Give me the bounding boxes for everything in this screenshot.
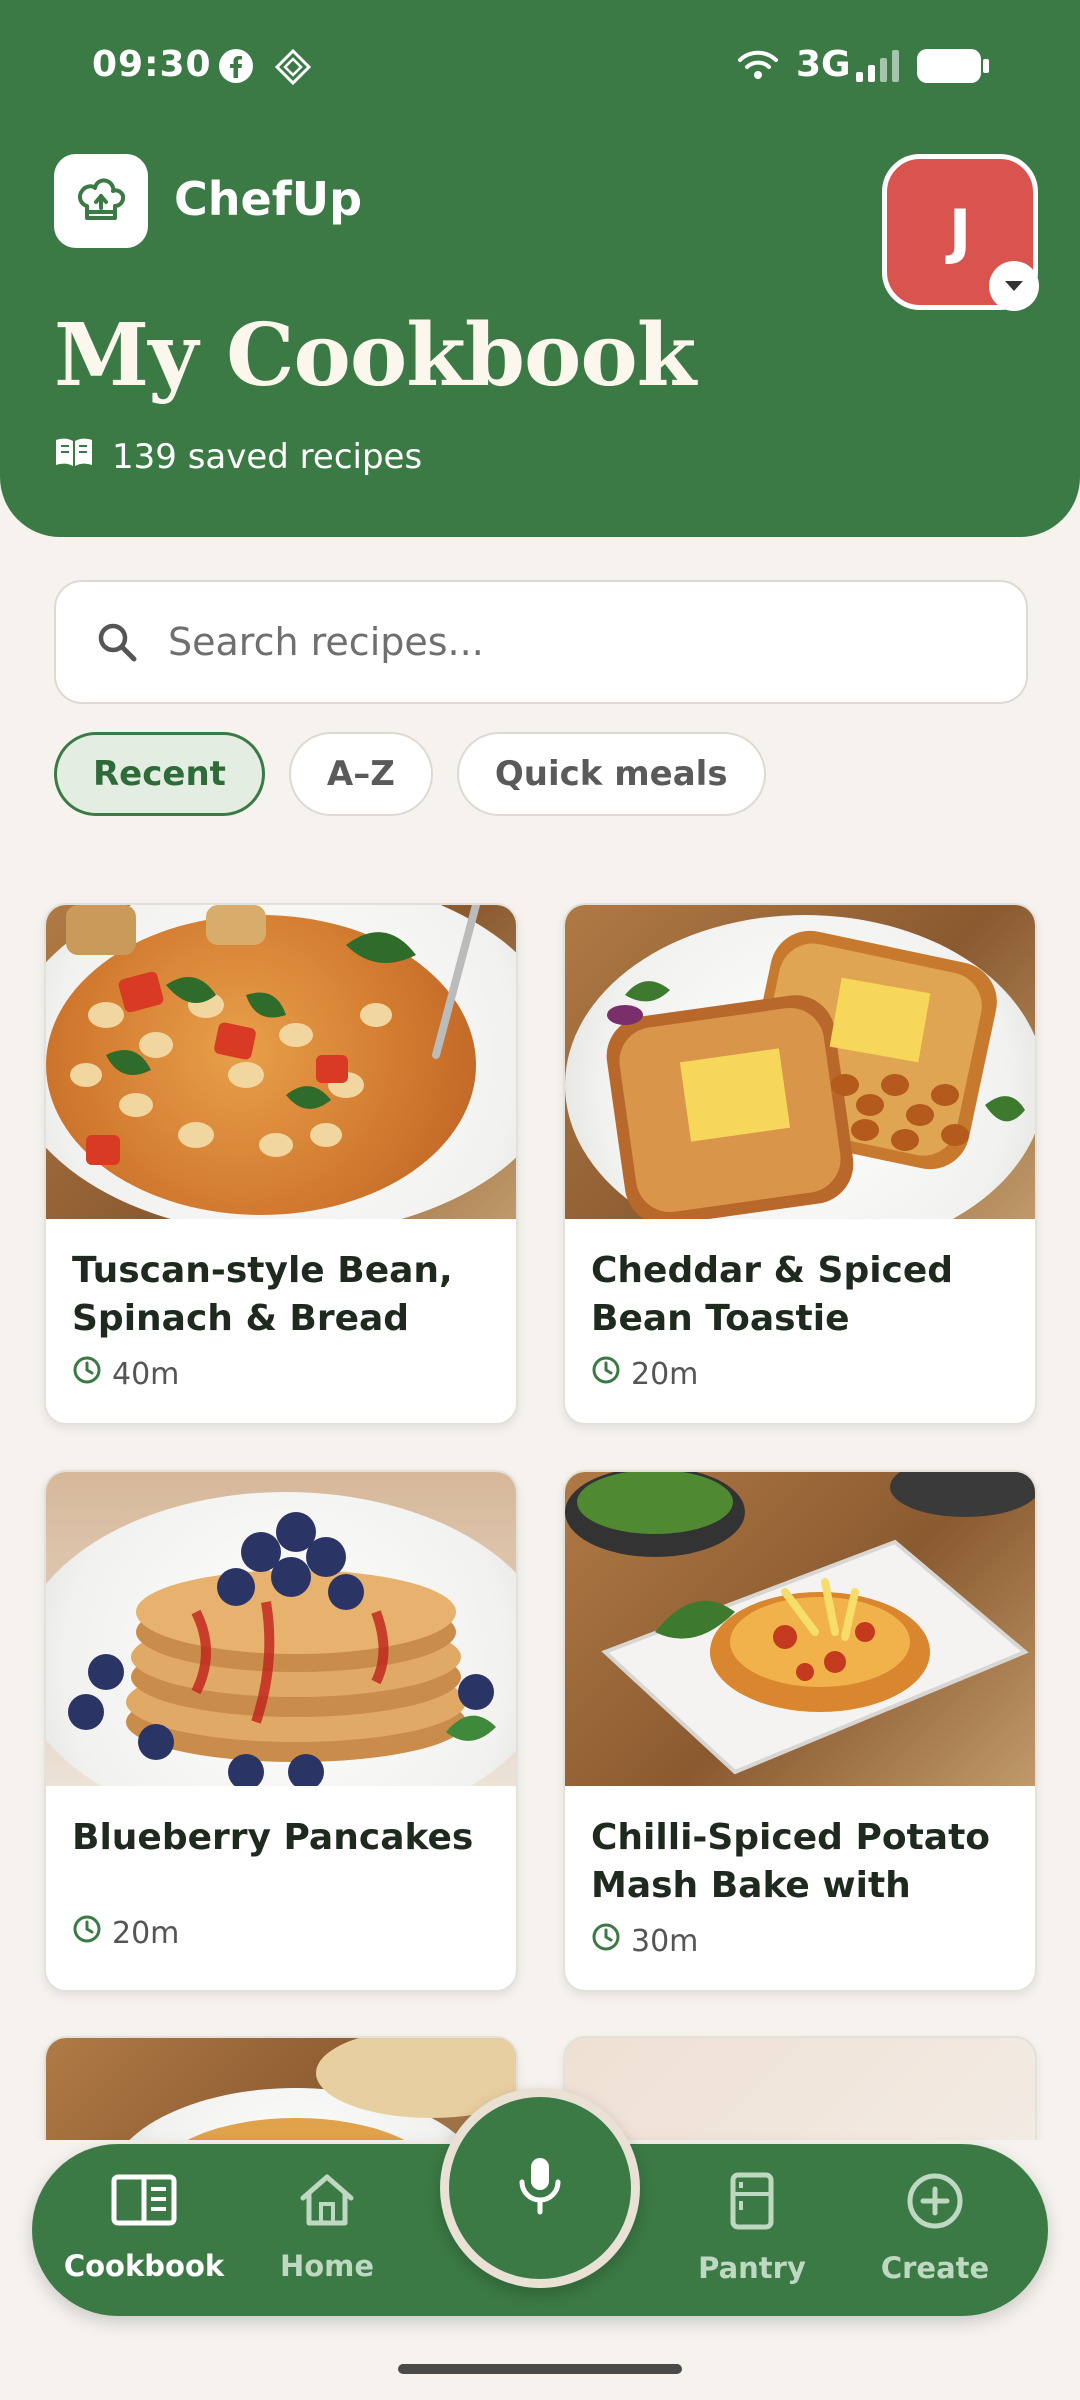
wifi-icon — [736, 46, 780, 86]
recipe-time-label: 20m — [631, 1356, 699, 1392]
filter-chip-a-z[interactable]: A–Z — [288, 732, 433, 816]
recipe-title: Chilli-Spiced Potato Mash Bake with Ched… — [591, 1817, 991, 1906]
recipe-image — [46, 1472, 516, 1786]
chevron-down-icon[interactable] — [989, 261, 1039, 311]
clock-icon — [72, 1914, 102, 1952]
nav-label: Pantry — [698, 2251, 806, 2285]
page-title: My Cookbook — [54, 305, 696, 406]
chef-hat-icon — [77, 178, 126, 220]
status-time: 09:30 — [92, 44, 212, 85]
avatar-initial: J — [948, 197, 972, 267]
clock-icon — [591, 1922, 621, 1960]
recipe-card[interactable]: Tuscan-style Bean, Spinach & Bread Soup…… — [44, 903, 518, 1425]
nav-label: Cookbook — [63, 2249, 225, 2283]
recipe-card[interactable]: Cheddar & Spiced Bean Toastie 20m — [563, 903, 1037, 1425]
book-icon — [111, 2172, 177, 2235]
chefup-logo[interactable] — [54, 154, 148, 248]
recipe-time: 20m — [72, 1914, 490, 1952]
recipe-title: Cheddar & Spiced Bean Toastie — [591, 1250, 954, 1339]
recipe-image — [46, 905, 516, 1219]
signal-icon — [856, 50, 902, 86]
recipe-time: 40m — [72, 1355, 490, 1393]
user-avatar[interactable]: J — [882, 154, 1039, 311]
recipe-card[interactable]: Chilli-Spiced Potato Mash Bake with Ched… — [563, 1470, 1037, 1992]
recipe-time: 20m — [591, 1355, 1009, 1393]
recipe-title: Tuscan-style Bean, Spinach & Bread Soup… — [72, 1250, 453, 1339]
recipe-image — [565, 1472, 1035, 1786]
recipe-time: 30m — [591, 1922, 1009, 1960]
open-book-icon — [54, 436, 94, 477]
search-bar[interactable] — [54, 580, 1028, 704]
nav-item-create[interactable]: Create — [860, 2172, 1010, 2285]
nav-label: Create — [880, 2251, 990, 2285]
nav-item-pantry[interactable]: Pantry — [677, 2172, 827, 2285]
status-bar: 09:30 3G — [0, 0, 1080, 130]
recipe-image — [565, 905, 1035, 1219]
filter-chip-recent[interactable]: Recent — [54, 732, 265, 816]
microphone-icon — [514, 2154, 566, 2222]
recipe-time-label: 20m — [112, 1915, 180, 1951]
recipe-title: Blueberry Pancakes — [72, 1817, 474, 1858]
recipe-count-label: 139 saved recipes — [112, 436, 423, 477]
filter-chip-quick-meals[interactable]: Quick meals — [456, 732, 766, 816]
voice-assistant-button[interactable] — [440, 2088, 640, 2288]
recipe-time-label: 40m — [112, 1356, 180, 1392]
nav-item-cookbook[interactable]: Cookbook — [64, 2172, 224, 2283]
home-indicator[interactable] — [398, 2364, 682, 2374]
clock-icon — [591, 1355, 621, 1393]
search-input[interactable] — [168, 620, 988, 664]
search-icon — [92, 617, 142, 667]
home-icon — [297, 2172, 357, 2235]
clock-icon — [72, 1355, 102, 1393]
brand-name: ChefUp — [174, 172, 362, 226]
filter-chips: Recent A–Z Quick meals — [54, 732, 766, 816]
recipe-time-label: 30m — [631, 1923, 699, 1959]
plus-circle-icon — [905, 2172, 965, 2237]
nav-item-home[interactable]: Home — [252, 2172, 402, 2283]
fridge-icon — [729, 2172, 775, 2237]
facebook-icon — [218, 48, 254, 88]
nfc-diamond-icon — [274, 48, 312, 90]
recipe-card[interactable]: Blueberry Pancakes 20m — [44, 1470, 518, 1992]
network-type: 3G — [796, 44, 851, 85]
battery-icon — [916, 48, 990, 88]
app-header: 09:30 3G ChefUp J My Cookbook 139 saved … — [0, 0, 1080, 537]
recipe-count: 139 saved recipes — [54, 436, 422, 477]
nav-label: Home — [279, 2249, 375, 2283]
